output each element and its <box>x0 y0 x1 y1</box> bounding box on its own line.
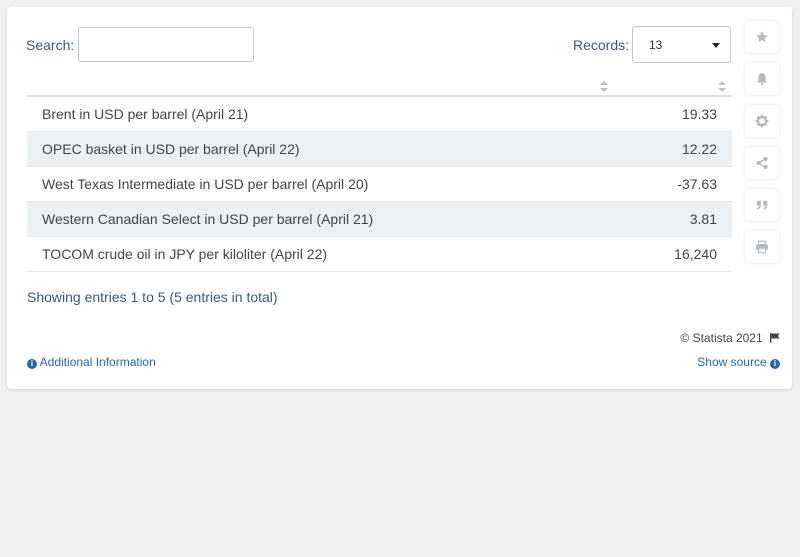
table-row: West Texas Intermediate in USD per barre… <box>27 167 732 202</box>
row-label: Brent in USD per barrel (April 21) <box>42 106 249 122</box>
row-label: TOCOM crude oil in JPY per kiloliter (Ap… <box>42 246 328 262</box>
records-select-value: 13 <box>649 38 663 52</box>
records-label: Records: <box>573 37 630 53</box>
info-icon: i <box>770 359 780 369</box>
share-button[interactable] <box>745 147 779 179</box>
quote-icon <box>756 200 768 210</box>
copyright-text: © Statista 2021 <box>680 331 763 345</box>
bell-icon <box>756 73 768 86</box>
flag-icon <box>770 333 780 343</box>
gear-icon <box>755 114 769 128</box>
row-label: OPEC basket in USD per barrel (April 22) <box>42 141 300 157</box>
additional-information-link[interactable]: i Additional Information <box>27 355 156 369</box>
notification-button[interactable] <box>745 63 779 95</box>
search-input[interactable] <box>78 27 254 62</box>
print-button[interactable] <box>745 231 779 263</box>
data-table: Brent in USD per barrel (April 21) 19.33… <box>27 97 732 272</box>
star-icon <box>756 31 768 43</box>
show-source-link[interactable]: Show source i <box>697 355 780 369</box>
favorite-button[interactable] <box>745 21 779 53</box>
share-icon <box>756 156 768 170</box>
search-label: Search: <box>26 37 75 53</box>
row-value: -37.63 <box>677 176 717 192</box>
row-label: Western Canadian Select in USD per barre… <box>42 211 374 227</box>
caret-down-icon <box>712 43 720 48</box>
table-row: OPEC basket in USD per barrel (April 22)… <box>27 132 732 167</box>
row-value: 12.22 <box>681 141 717 157</box>
copyright[interactable]: © Statista 2021 <box>680 331 780 345</box>
settings-button[interactable] <box>745 105 779 137</box>
records-select[interactable]: 13 <box>632 26 731 63</box>
cite-button[interactable] <box>745 189 779 221</box>
sort-column-2-icon[interactable] <box>718 81 726 93</box>
row-value: 16,240 <box>674 246 717 262</box>
table-row: Western Canadian Select in USD per barre… <box>27 202 732 237</box>
row-value: 3.81 <box>689 211 717 227</box>
row-value: 19.33 <box>681 106 717 122</box>
show-source-label: Show source <box>697 355 767 369</box>
entries-summary: Showing entries 1 to 5 (5 entries in tot… <box>27 289 278 305</box>
sort-column-1-icon[interactable] <box>600 81 608 93</box>
info-icon: i <box>27 359 37 369</box>
additional-information-label: Additional Information <box>39 355 156 369</box>
table-row: Brent in USD per barrel (April 21) 19.33 <box>27 97 732 132</box>
table-row: TOCOM crude oil in JPY per kiloliter (Ap… <box>27 237 732 272</box>
row-label: West Texas Intermediate in USD per barre… <box>42 176 369 192</box>
print-icon <box>756 240 768 254</box>
